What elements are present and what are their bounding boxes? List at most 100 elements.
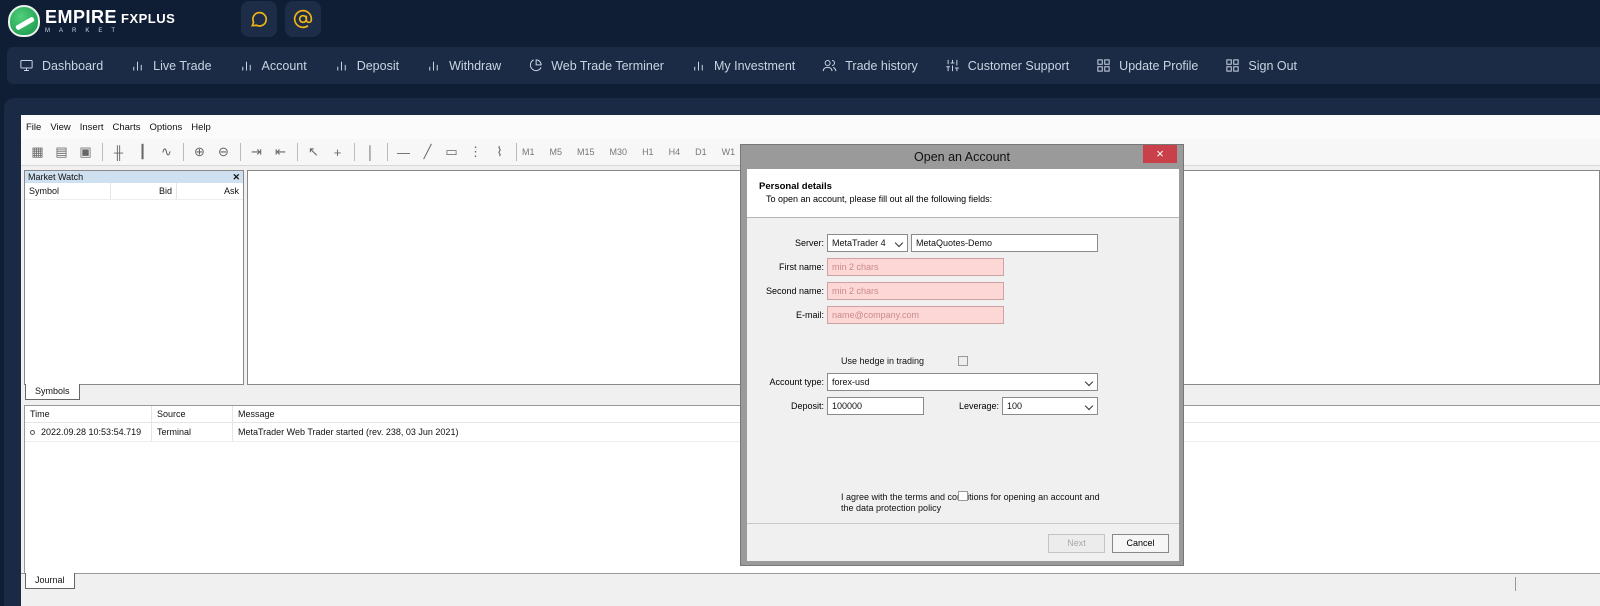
open-account-dialog: Open an Account × Personal details To op… [740, 144, 1184, 566]
agree-terms-text: I agree with the terms and conditions fo… [841, 492, 1100, 513]
personal-details-subtitle: To open an account, please fill out all … [766, 194, 993, 204]
menu-options[interactable]: Options [149, 122, 182, 133]
server-platform-select[interactable]: MetaTrader 4 [827, 234, 908, 252]
nav-trade-history[interactable]: Trade history [822, 58, 918, 73]
candle-chart-type-icon[interactable]: ┃ [132, 142, 153, 162]
grid-icon [1097, 59, 1110, 72]
brand-title: EMPIRE FXPLUS [45, 7, 176, 27]
nav-account[interactable]: Account [239, 58, 307, 73]
first-name-field[interactable]: min 2 chars [827, 258, 1004, 276]
nav-sign-out[interactable]: Sign Out [1225, 58, 1297, 73]
timeframe-h1[interactable]: H1 [642, 147, 654, 157]
fibonacci-expansion-icon[interactable]: ⌇ [489, 142, 510, 162]
deposit-label: Deposit: [790, 401, 824, 411]
chart-shift-icon[interactable]: ⇥ [246, 142, 267, 162]
leverage-select[interactable]: 100 [1002, 397, 1098, 415]
market-watch-panel: Market Watch ✕ Symbol Bid Ask [24, 170, 244, 385]
nav-my-investment[interactable]: My Investment [691, 58, 795, 73]
nav-live-trade[interactable]: Live Trade [130, 58, 212, 73]
timeframe-d1[interactable]: D1 [695, 147, 707, 157]
second-name-field[interactable]: min 2 chars [827, 282, 1004, 300]
nav-dashboard[interactable]: Dashboard [19, 58, 103, 73]
account-type-select[interactable]: forex-usd [827, 373, 1098, 391]
next-button[interactable]: Next [1048, 534, 1105, 553]
timeframe-w1[interactable]: W1 [722, 147, 736, 157]
cancel-button[interactable]: Cancel [1112, 534, 1169, 553]
market-watch-header: Symbol Bid Ask [25, 183, 243, 200]
pie-chart-icon [530, 59, 542, 72]
line-chart-type-icon[interactable]: ∿ [156, 142, 177, 162]
timeframe-h4[interactable]: H4 [669, 147, 681, 157]
timeframe-m15[interactable]: M15 [577, 147, 595, 157]
chat-bubble-icon [251, 11, 267, 27]
horizontal-line-icon[interactable]: — [393, 142, 414, 162]
bar-chart-type-icon[interactable]: ╫ [108, 142, 129, 162]
timeframe-m5[interactable]: M5 [550, 147, 563, 157]
timeframe-m30[interactable]: M30 [610, 147, 628, 157]
server-name-input[interactable]: MetaQuotes-Demo [911, 234, 1098, 252]
email-button[interactable] [285, 1, 321, 37]
dialog-body: Personal details To open an account, ple… [747, 169, 1179, 561]
column-symbol[interactable]: Symbol [25, 183, 111, 199]
bar-chart-icon [336, 61, 346, 71]
tab-journal[interactable]: Journal [25, 573, 75, 589]
new-order-icon[interactable]: ▤ [51, 142, 72, 162]
trendline-icon[interactable]: ╱ [417, 142, 438, 162]
dialog-footer: Next Cancel [747, 523, 1179, 561]
menu-charts[interactable]: Charts [113, 122, 141, 133]
at-sign-icon [293, 9, 313, 29]
leverage-label: Leverage: [958, 401, 999, 411]
history-icon[interactable]: ▣ [75, 142, 96, 162]
column-source: Source [152, 406, 233, 422]
zoom-out-icon[interactable]: ⊖ [213, 142, 234, 162]
account-type-label: Account type: [769, 377, 824, 387]
top-header: EMPIRE FXPLUS MARKET [0, 0, 1600, 44]
terminal-menubar: File View Insert Charts Options Help [21, 115, 1600, 139]
column-time: Time [25, 406, 152, 422]
agree-terms-checkbox[interactable] [958, 491, 968, 501]
email-field[interactable]: name@company.com [827, 306, 1004, 324]
column-bid[interactable]: Bid [111, 183, 177, 199]
timeframe-m1[interactable]: M1 [522, 147, 535, 157]
users-icon [823, 60, 837, 72]
close-icon[interactable]: ✕ [232, 171, 240, 183]
tab-symbols[interactable]: Symbols [25, 384, 80, 400]
email-label: E-mail: [795, 310, 824, 320]
nav-web-trade-terminer[interactable]: Web Trade Terminer [528, 58, 664, 73]
sliders-icon [945, 59, 959, 72]
chat-button[interactable] [241, 1, 277, 37]
personal-details-header: Personal details To open an account, ple… [747, 169, 1179, 218]
brand-subtitle: MARKET [45, 28, 125, 34]
menu-help[interactable]: Help [191, 122, 211, 133]
nav-customer-support[interactable]: Customer Support [945, 58, 1069, 73]
log-circle-icon [30, 430, 35, 436]
crosshair-icon[interactable]: + [327, 142, 348, 162]
autoscroll-icon[interactable]: ⇤ [270, 142, 291, 162]
column-ask[interactable]: Ask [177, 183, 243, 199]
menu-file[interactable]: File [26, 122, 41, 133]
second-name-label: Second name: [765, 286, 824, 296]
menu-view[interactable]: View [50, 122, 70, 133]
hedge-checkbox[interactable] [958, 356, 968, 366]
text-label-icon[interactable]: ▭ [441, 142, 462, 162]
dialog-close-button[interactable]: × [1143, 145, 1177, 163]
grid-icon [1226, 59, 1240, 72]
menu-insert[interactable]: Insert [80, 122, 104, 133]
new-chart-icon[interactable]: ▦ [27, 142, 48, 162]
column-message: Message [238, 409, 275, 419]
fibonacci-icon[interactable]: ⋮ [465, 142, 486, 162]
status-bar [21, 573, 1600, 593]
nav-deposit[interactable]: Deposit [334, 58, 399, 73]
hedge-label: Use hedge in trading [841, 356, 925, 366]
first-name-label: First name: [778, 262, 824, 272]
brand-logo[interactable]: EMPIRE FXPLUS MARKET [8, 3, 175, 39]
zoom-in-icon[interactable]: ⊕ [189, 142, 210, 162]
bar-chart-icon [133, 61, 142, 71]
main-nav: Dashboard Live Trade Account Deposit Wit… [7, 47, 1600, 84]
bar-chart-icon [429, 61, 438, 71]
nav-update-profile[interactable]: Update Profile [1096, 58, 1198, 73]
monitor-icon [20, 60, 33, 71]
nav-withdraw[interactable]: Withdraw [426, 58, 501, 73]
vertical-line-icon[interactable]: │ [360, 142, 381, 162]
cursor-icon[interactable]: ↖ [303, 142, 324, 162]
